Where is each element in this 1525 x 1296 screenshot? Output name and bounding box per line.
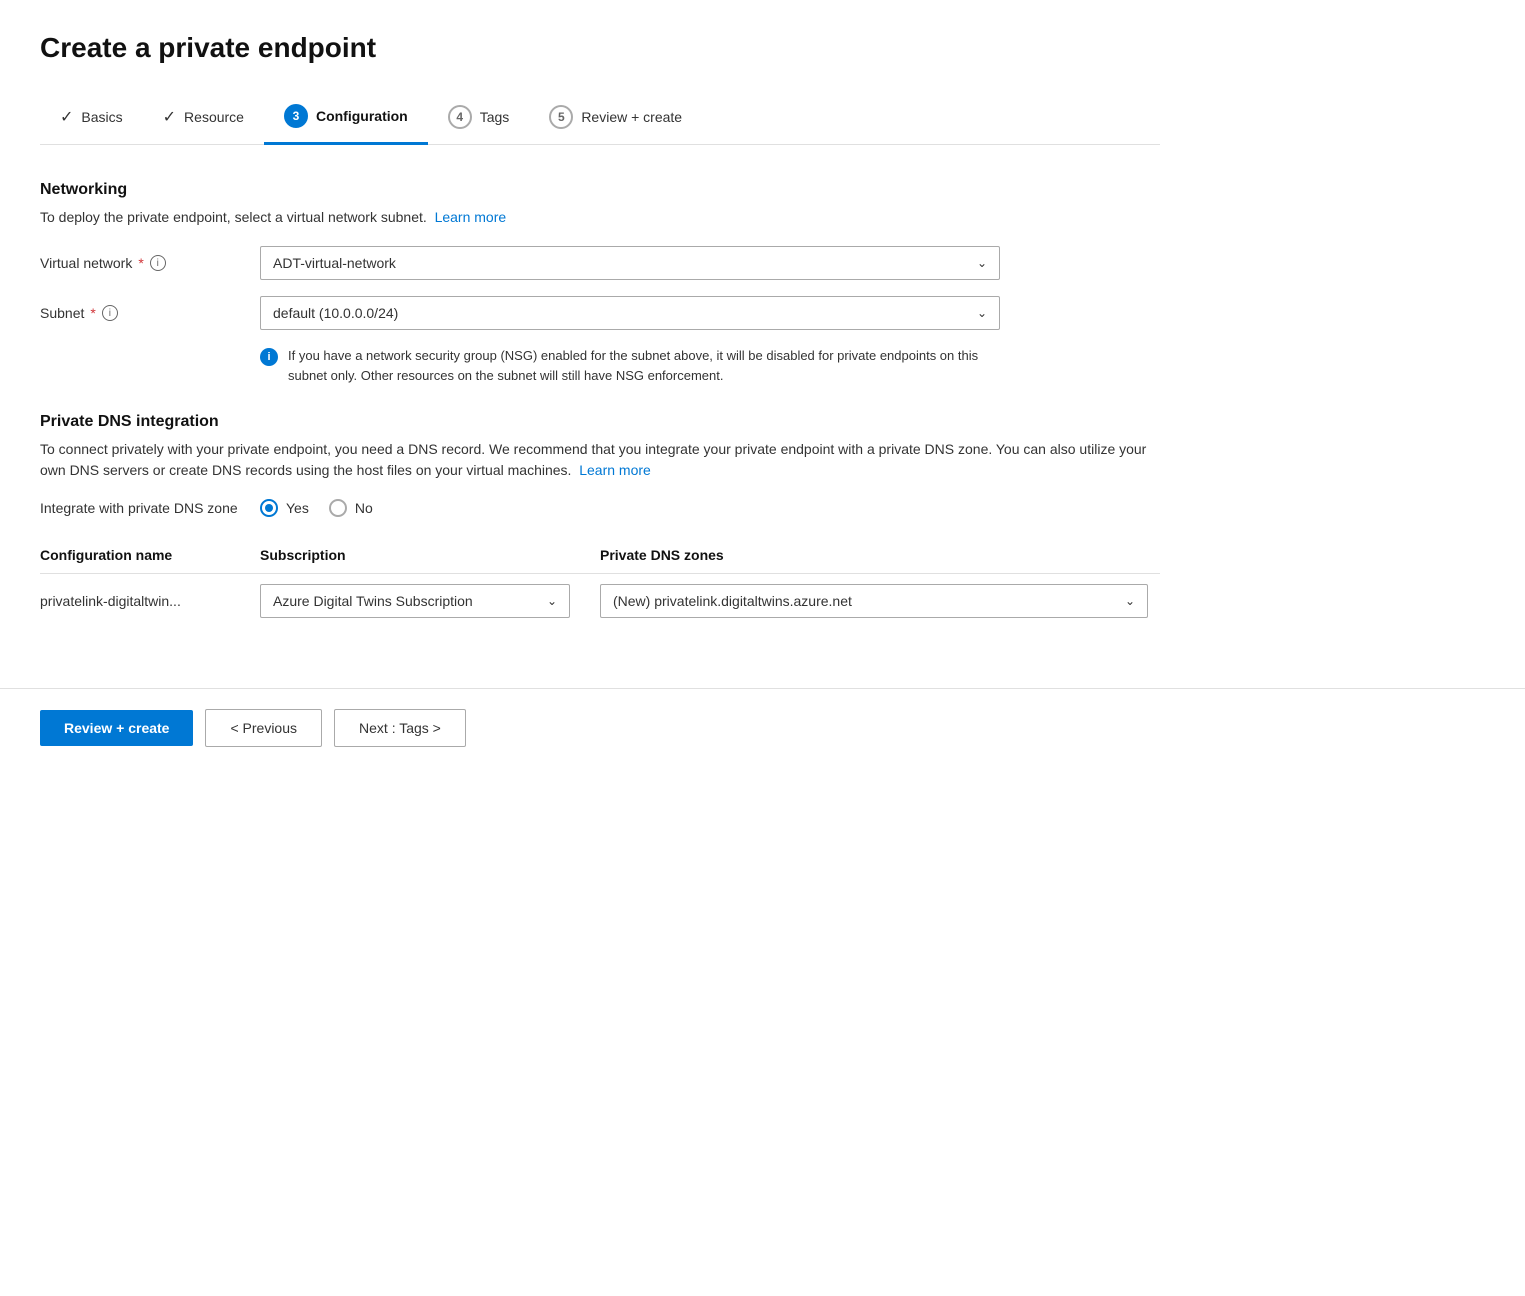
col-header-name: Configuration name (40, 539, 260, 574)
step-number-configuration: 3 (284, 104, 308, 128)
virtual-network-select[interactable]: ADT-virtual-network ⌄ (260, 246, 1000, 280)
check-icon-resource: ✓ (163, 107, 176, 127)
radio-yes-dot (265, 504, 273, 512)
dns-radio-group: Yes No (260, 499, 373, 517)
check-icon-basics: ✓ (60, 107, 73, 127)
step-review[interactable]: 5 Review + create (529, 93, 702, 143)
step-label-review: Review + create (581, 109, 682, 125)
step-number-review: 5 (549, 105, 573, 129)
step-label-resource: Resource (184, 109, 244, 125)
previous-button[interactable]: < Previous (205, 709, 322, 747)
networking-description: To deploy the private endpoint, select a… (40, 207, 1160, 228)
dns-table-header: Configuration name Subscription Private … (40, 539, 1160, 574)
step-basics[interactable]: ✓ Basics (40, 95, 143, 141)
subnet-control: default (10.0.0.0/24) ⌄ (260, 296, 1000, 330)
dns-integrate-label: Integrate with private DNS zone (40, 500, 260, 516)
virtual-network-label: Virtual network * i (40, 255, 260, 271)
dns-learn-more[interactable]: Learn more (579, 462, 651, 478)
page-title: Create a private endpoint (40, 32, 1160, 64)
subnet-info-icon[interactable]: i (102, 305, 118, 321)
wizard-steps: ✓ Basics ✓ Resource 3 Configuration 4 Ta… (40, 92, 1160, 145)
dns-section: Private DNS integration To connect priva… (40, 413, 1160, 628)
nsg-info-icon-blue: i (260, 348, 278, 366)
step-label-tags: Tags (480, 109, 510, 125)
networking-section: Networking To deploy the private endpoin… (40, 181, 1160, 385)
subnet-dropdown-arrow: ⌄ (977, 306, 987, 320)
sub-dropdown-arrow: ⌄ (547, 594, 557, 608)
dns-row-subscription[interactable]: Azure Digital Twins Subscription⌄ (260, 574, 600, 629)
networking-learn-more[interactable]: Learn more (435, 209, 507, 225)
zone-dropdown-arrow: ⌄ (1125, 594, 1135, 608)
dns-title: Private DNS integration (40, 413, 1160, 431)
col-header-zones: Private DNS zones (600, 539, 1160, 574)
subnet-select[interactable]: default (10.0.0.0/24) ⌄ (260, 296, 1000, 330)
radio-no-circle (329, 499, 347, 517)
dns-integrate-row: Integrate with private DNS zone Yes No (40, 499, 1160, 517)
radio-yes[interactable]: Yes (260, 499, 309, 517)
footer-bar: Review + create < Previous Next : Tags > (0, 688, 1525, 767)
dns-row-name: privatelink-digitaltwin... (40, 574, 260, 629)
networking-title: Networking (40, 181, 1160, 199)
step-number-tags: 4 (448, 105, 472, 129)
nsg-info-text: If you have a network security group (NS… (288, 346, 1000, 385)
subnet-required-star: * (90, 305, 95, 321)
step-configuration[interactable]: 3 Configuration (264, 92, 428, 145)
review-create-button[interactable]: Review + create (40, 710, 193, 746)
subnet-row: Subnet * i default (10.0.0.0/24) ⌄ (40, 296, 1160, 330)
next-button[interactable]: Next : Tags > (334, 709, 466, 747)
virtual-network-control: ADT-virtual-network ⌄ (260, 246, 1000, 280)
radio-no-label: No (355, 500, 373, 516)
col-header-sub: Subscription (260, 539, 600, 574)
radio-yes-circle (260, 499, 278, 517)
vnet-dropdown-arrow: ⌄ (977, 256, 987, 270)
nsg-info-box: i If you have a network security group (… (260, 346, 1000, 385)
vnet-required-star: * (138, 255, 143, 271)
dns-table-row: privatelink-digitaltwin...Azure Digital … (40, 574, 1160, 629)
dns-table: Configuration name Subscription Private … (40, 539, 1160, 628)
dns-row-zone[interactable]: (New) privatelink.digitaltwins.azure.net… (600, 574, 1160, 629)
step-resource[interactable]: ✓ Resource (143, 95, 264, 141)
radio-no[interactable]: No (329, 499, 373, 517)
step-tags[interactable]: 4 Tags (428, 93, 530, 143)
step-label-configuration: Configuration (316, 108, 408, 124)
virtual-network-row: Virtual network * i ADT-virtual-network … (40, 246, 1160, 280)
dns-description: To connect privately with your private e… (40, 439, 1160, 481)
step-label-basics: Basics (81, 109, 122, 125)
vnet-info-icon[interactable]: i (150, 255, 166, 271)
subnet-label: Subnet * i (40, 305, 260, 321)
radio-yes-label: Yes (286, 500, 309, 516)
